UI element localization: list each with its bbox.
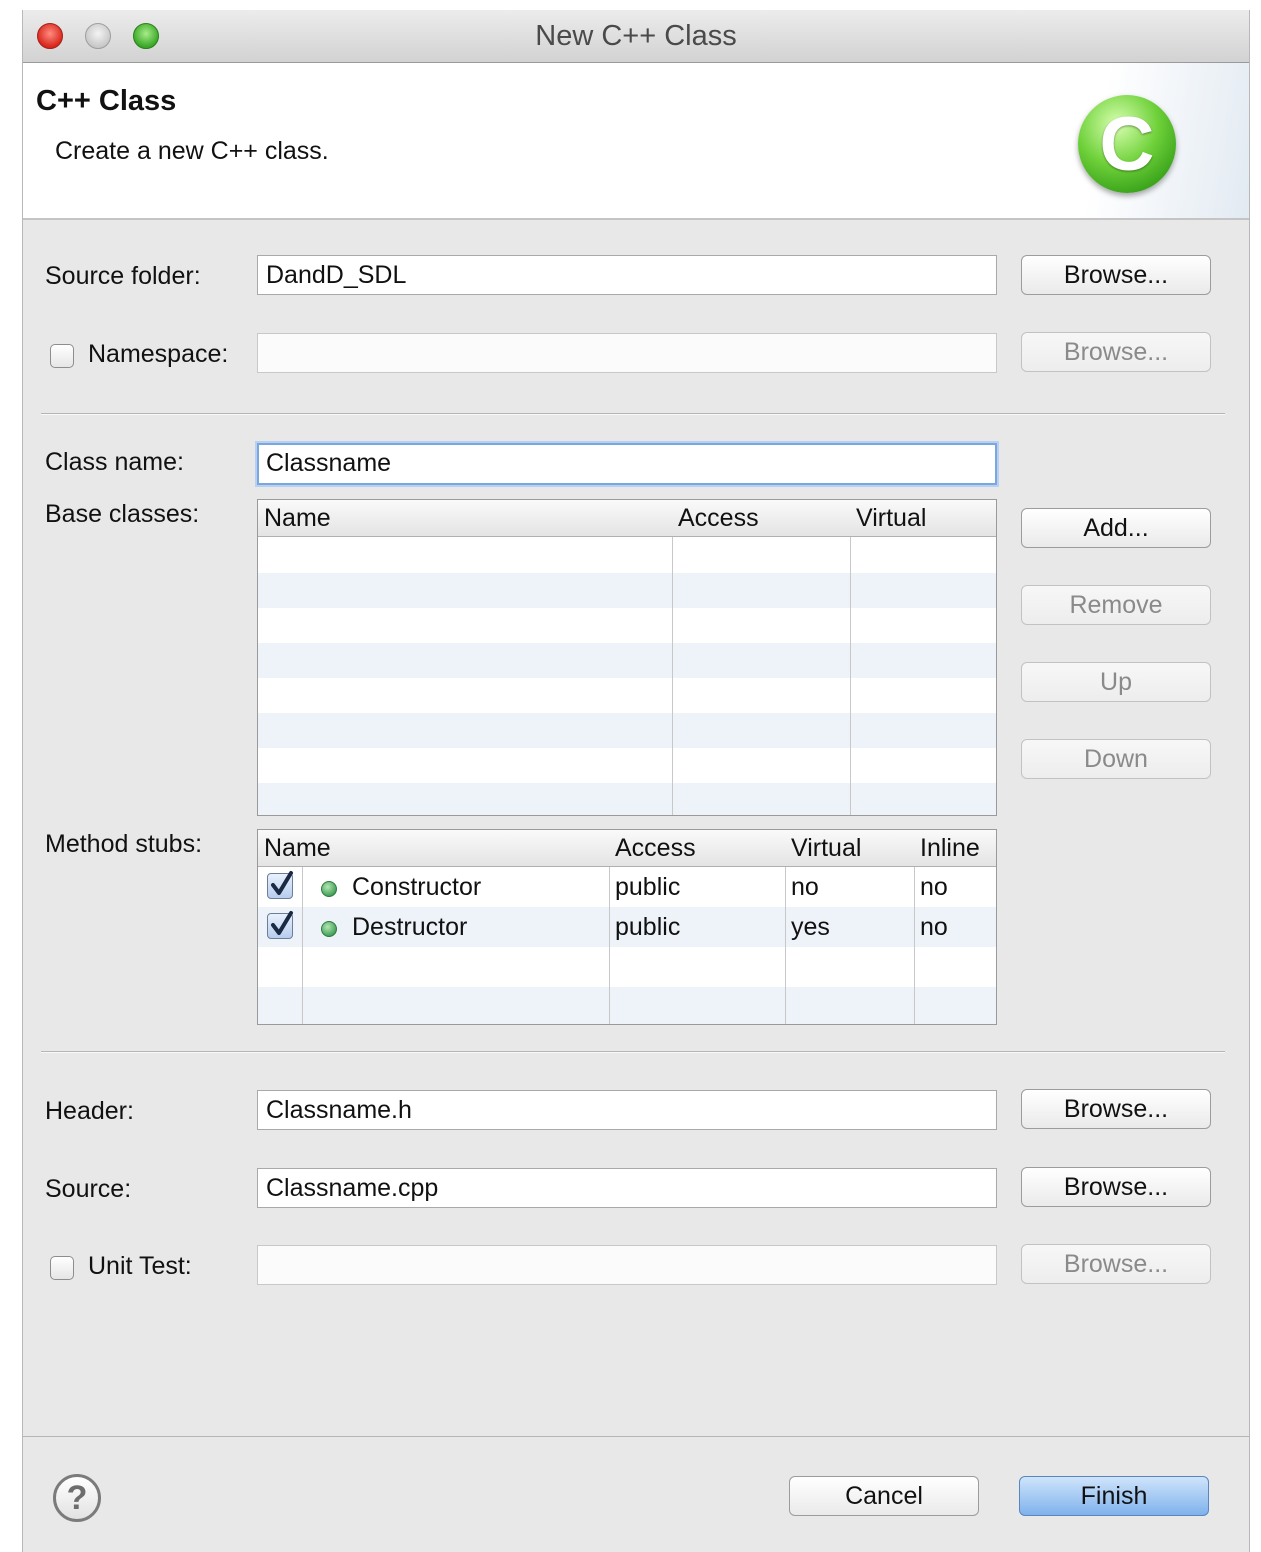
namespace-field[interactable] <box>257 333 997 373</box>
class-name-field[interactable]: Classname <box>257 443 997 485</box>
method-access-cell[interactable]: public <box>615 867 680 907</box>
title-bar: New C++ Class <box>23 10 1249 63</box>
table-stripe <box>258 643 996 678</box>
method-virtual-cell[interactable]: no <box>791 867 819 907</box>
method-name-cell: Constructor <box>352 873 482 901</box>
add-base-class-button[interactable]: Add... <box>1021 508 1211 548</box>
base-classes-header: Name Access Virtual <box>258 500 996 537</box>
method-inline-cell[interactable]: no <box>920 907 948 947</box>
remove-base-class-button[interactable]: Remove <box>1021 585 1211 625</box>
table-stripe <box>258 783 996 815</box>
namespace-checkbox[interactable] <box>50 344 74 368</box>
column-divider <box>672 500 673 815</box>
table-stripe <box>258 573 996 608</box>
constructor-checkbox[interactable] <box>267 871 293 899</box>
checkmark-icon <box>271 871 293 895</box>
column-header-access[interactable]: Access <box>609 830 785 866</box>
unit-test-checkbox[interactable] <box>50 1256 74 1280</box>
checkmark-icon <box>271 911 293 935</box>
column-divider <box>850 500 851 815</box>
separator <box>41 413 1225 415</box>
base-classes-label: Base classes: <box>45 500 200 528</box>
wizard-banner: C++ Class Create a new C++ class. C <box>23 63 1249 220</box>
source-folder-browse-button[interactable]: Browse... <box>1021 255 1211 295</box>
column-header-inline[interactable]: Inline <box>914 830 996 866</box>
column-header-access[interactable]: Access <box>672 500 850 536</box>
help-icon[interactable]: ? <box>53 1474 101 1522</box>
move-up-button[interactable]: Up <box>1021 662 1211 702</box>
source-browse-button[interactable]: Browse... <box>1021 1167 1211 1207</box>
unit-test-field[interactable] <box>257 1245 997 1285</box>
method-stubs-table[interactable]: Name Access Virtual Inline Constructor p… <box>257 829 997 1025</box>
finish-button[interactable]: Finish <box>1019 1476 1209 1516</box>
header-browse-button[interactable]: Browse... <box>1021 1089 1211 1129</box>
method-access-cell[interactable]: public <box>615 907 680 947</box>
source-label: Source: <box>45 1175 132 1203</box>
table-stripe <box>258 987 996 1024</box>
method-name-cell: Destructor <box>352 913 468 941</box>
logo-letter: C <box>1099 102 1155 187</box>
new-cpp-class-dialog: New C++ Class C++ Class Create a new C++… <box>22 10 1250 1552</box>
source-folder-field[interactable]: DandD_SDL <box>257 255 997 295</box>
separator <box>41 1051 1225 1053</box>
public-method-icon <box>321 921 337 937</box>
method-stubs-label: Method stubs: <box>45 830 203 858</box>
page-title: C++ Class <box>36 85 177 117</box>
cancel-button[interactable]: Cancel <box>789 1476 979 1516</box>
column-header-name[interactable]: Name <box>258 830 609 866</box>
column-header-virtual[interactable]: Virtual <box>850 500 996 536</box>
source-folder-label: Source folder: <box>45 262 201 290</box>
footer-separator <box>23 1436 1249 1437</box>
class-name-label: Class name: <box>45 448 184 476</box>
public-method-icon <box>321 881 337 897</box>
base-classes-table[interactable]: Name Access Virtual <box>257 499 997 816</box>
unit-test-label: Unit Test: <box>88 1252 192 1280</box>
destructor-checkbox[interactable] <box>267 911 293 939</box>
header-label: Header: <box>45 1097 134 1125</box>
page-description: Create a new C++ class. <box>55 137 329 165</box>
cpp-class-logo-icon: C <box>1078 95 1176 193</box>
namespace-browse-button[interactable]: Browse... <box>1021 332 1211 372</box>
method-stubs-header: Name Access Virtual Inline <box>258 830 996 867</box>
column-header-virtual[interactable]: Virtual <box>785 830 914 866</box>
source-file-field[interactable]: Classname.cpp <box>257 1168 997 1208</box>
unit-test-browse-button[interactable]: Browse... <box>1021 1244 1211 1284</box>
method-virtual-cell[interactable]: yes <box>791 907 830 947</box>
namespace-label: Namespace: <box>88 340 229 368</box>
table-stripe <box>258 713 996 748</box>
column-header-name[interactable]: Name <box>258 500 672 536</box>
move-down-button[interactable]: Down <box>1021 739 1211 779</box>
method-inline-cell[interactable]: no <box>920 867 948 907</box>
window-title: New C++ Class <box>535 20 737 52</box>
header-file-field[interactable]: Classname.h <box>257 1090 997 1130</box>
